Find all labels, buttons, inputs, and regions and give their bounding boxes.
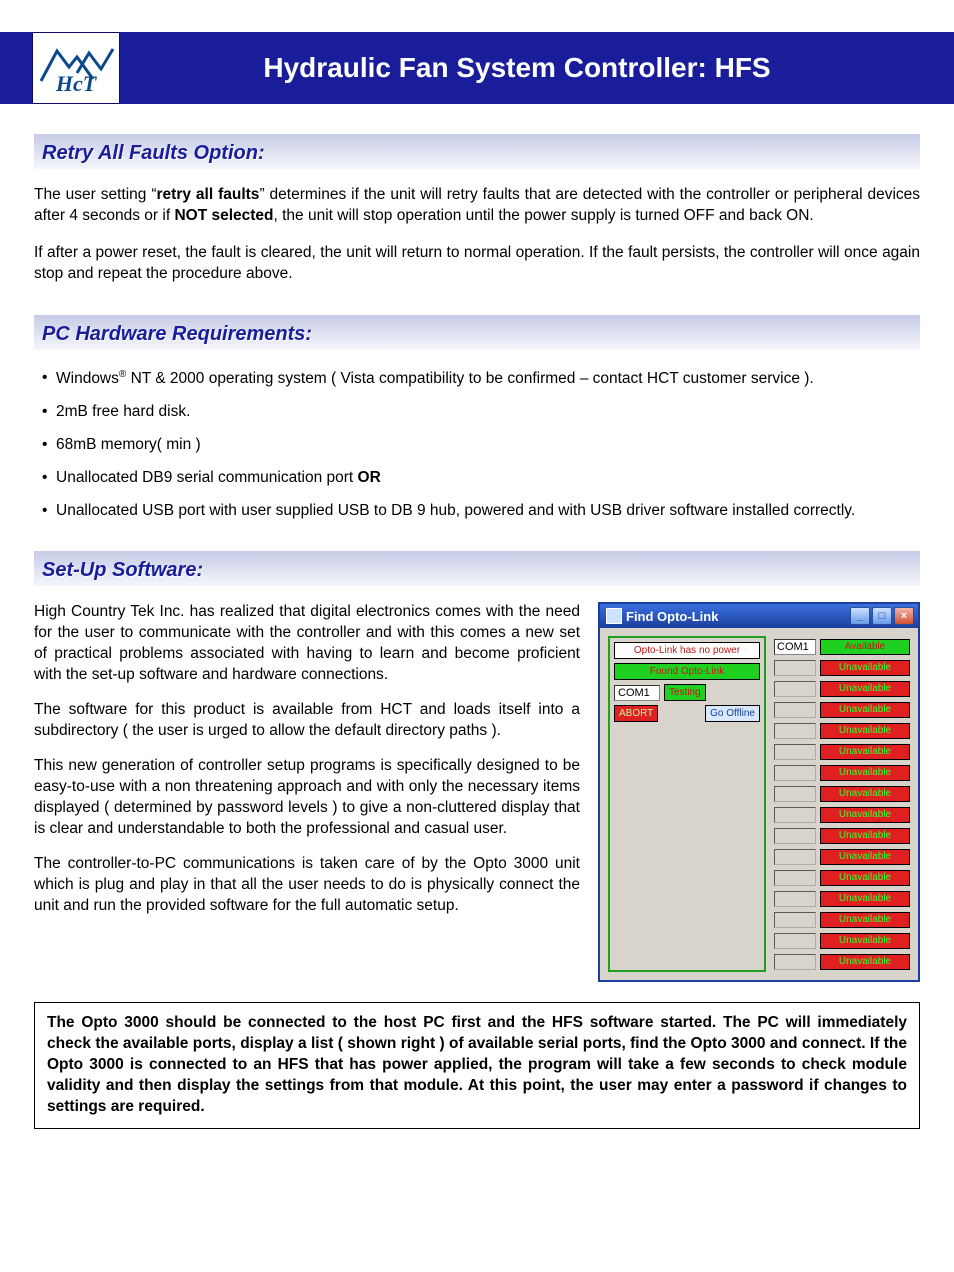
retry-paragraph-2: If after a power reset, the fault is cle… [34, 243, 920, 285]
port-label [774, 954, 816, 970]
port-label [774, 891, 816, 907]
abort-button[interactable]: ABORT [614, 705, 658, 722]
port-row: Unavailable [774, 846, 910, 867]
port-status: Unavailable [820, 660, 910, 676]
port-status: Unavailable [820, 954, 910, 970]
setup-para: The software for this product is availab… [34, 700, 580, 742]
port-row: Unavailable [774, 867, 910, 888]
port-status: Unavailable [820, 681, 910, 697]
port-row: Unavailable [774, 762, 910, 783]
brand-logo: HcT [32, 32, 120, 104]
port-label [774, 681, 816, 697]
list-item: Unallocated DB9 serial communication por… [42, 468, 920, 489]
port-row: Unavailable [774, 804, 910, 825]
port-label [774, 765, 816, 781]
port-status: Unavailable [820, 807, 910, 823]
status-panel: Opto-Link has no power Found Opto-Link C… [608, 636, 766, 972]
list-item: 2mB free hard disk. [42, 402, 920, 423]
setup-para: High Country Tek Inc. has realized that … [34, 602, 580, 686]
port-row: Unavailable [774, 951, 910, 972]
list-item: 68mB memory( min ) [42, 435, 920, 456]
port-status: Unavailable [820, 723, 910, 739]
port-label [774, 933, 816, 949]
port-row: Unavailable [774, 741, 910, 762]
port-status: Unavailable [820, 891, 910, 907]
port-status: Unavailable [820, 849, 910, 865]
heading-text: PC Hardware Requirements: [42, 323, 912, 346]
port-status: Unavailable [820, 933, 910, 949]
setup-para: This new generation of controller setup … [34, 756, 580, 840]
com-field[interactable]: COM1 [614, 685, 660, 701]
section-heading-setup: Set-Up Software: [34, 551, 920, 586]
port-row: Unavailable [774, 657, 910, 678]
port-status: Unavailable [820, 828, 910, 844]
port-label [774, 870, 816, 886]
port-row: Unavailable [774, 888, 910, 909]
window-title: Find Opto-Link [626, 609, 850, 624]
go-offline-button[interactable]: Go Offline [705, 705, 760, 722]
status-found: Found Opto-Link [614, 663, 760, 680]
port-status: Unavailable [820, 765, 910, 781]
port-row: Unavailable [774, 720, 910, 741]
testing-button[interactable]: Testing [664, 684, 706, 701]
port-label [774, 702, 816, 718]
port-row: COM1Available [774, 636, 910, 657]
logo-text: HcT [33, 71, 119, 97]
port-row: Unavailable [774, 909, 910, 930]
port-label [774, 786, 816, 802]
window-app-icon [606, 608, 622, 624]
port-row: Unavailable [774, 699, 910, 720]
port-label: COM1 [774, 639, 816, 655]
port-status: Unavailable [820, 870, 910, 886]
embedded-window-find-opto-link: Find Opto-Link _ □ × Opto-Link has no po… [598, 602, 920, 982]
port-status: Unavailable [820, 912, 910, 928]
port-status: Unavailable [820, 786, 910, 802]
port-row: Unavailable [774, 783, 910, 804]
maximize-button[interactable]: □ [872, 607, 892, 625]
setup-text-column: High Country Tek Inc. has realized that … [34, 602, 580, 930]
port-row: Unavailable [774, 930, 910, 951]
connection-note: The Opto 3000 should be connected to the… [34, 1002, 920, 1129]
port-label [774, 744, 816, 760]
port-label [774, 849, 816, 865]
heading-text: Set-Up Software: [42, 559, 912, 582]
port-status: Unavailable [820, 744, 910, 760]
port-label [774, 912, 816, 928]
heading-text: Retry All Faults Option: [42, 142, 912, 165]
minimize-button[interactable]: _ [850, 607, 870, 625]
port-status: Available [820, 639, 910, 655]
port-row: Unavailable [774, 825, 910, 846]
page-title: Hydraulic Fan System Controller: HFS [120, 52, 954, 84]
ports-list: COM1Available Unavailable Unavailable Unava… [774, 636, 910, 972]
setup-para: The controller-to-PC communications is t… [34, 854, 580, 917]
status-no-power: Opto-Link has no power [614, 642, 760, 659]
list-item: Windows® NT & 2000 operating system ( Vi… [42, 368, 920, 390]
port-label [774, 807, 816, 823]
pcreq-list: Windows® NT & 2000 operating system ( Vi… [42, 368, 920, 522]
window-titlebar[interactable]: Find Opto-Link _ □ × [600, 604, 918, 628]
section-heading-retry: Retry All Faults Option: [34, 134, 920, 169]
port-label [774, 828, 816, 844]
retry-paragraph-1: The user setting “retry all faults” dete… [34, 185, 920, 227]
close-button[interactable]: × [894, 607, 914, 625]
port-label [774, 723, 816, 739]
port-label [774, 660, 816, 676]
port-row: Unavailable [774, 678, 910, 699]
port-status: Unavailable [820, 702, 910, 718]
page-header: HcT Hydraulic Fan System Controller: HFS [0, 32, 954, 104]
list-item: Unallocated USB port with user supplied … [42, 501, 920, 522]
section-heading-pcreq: PC Hardware Requirements: [34, 315, 920, 350]
